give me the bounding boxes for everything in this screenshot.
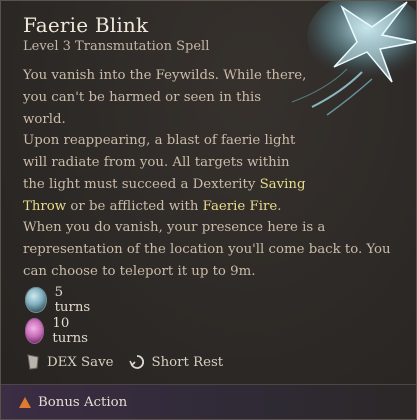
effect-duration: 5 turns xyxy=(54,285,91,315)
faerie-fire-icon xyxy=(25,318,45,344)
shield-icon xyxy=(27,354,39,370)
effect-faerie-fire[interactable]: 10 turns xyxy=(25,316,95,346)
description-text: or be afflicted with xyxy=(66,199,203,214)
action-cost-bar: Bonus Action xyxy=(1,384,416,419)
bonus-action-label: Bonus Action xyxy=(38,394,128,410)
description-paragraph-2: Upon reappearing, a blast of faerie ligh… xyxy=(23,130,313,218)
description-text: . xyxy=(277,199,282,214)
spell-tooltip: Faerie Blink Level 3 Transmutation Spell… xyxy=(0,0,417,420)
spell-meta: DEX Save Short Rest xyxy=(25,353,239,371)
description-paragraph-3: When you do vanish, your presence here i… xyxy=(23,220,391,279)
triangle-icon xyxy=(19,396,31,408)
effect-duration: 10 turns xyxy=(52,316,89,346)
short-rest-icon xyxy=(129,355,145,369)
description-text: Upon reappearing, a blast of faerie ligh… xyxy=(23,133,296,192)
effect-faerie-blink[interactable]: 5 turns xyxy=(25,285,95,315)
description-paragraph-1: You vanish into the Feywilds. While ther… xyxy=(23,68,307,127)
faerie-fire-link[interactable]: Faerie Fire xyxy=(203,199,278,214)
dex-save: DEX Save xyxy=(25,353,113,371)
faerie-blink-icon xyxy=(25,287,47,313)
dex-save-label: DEX Save xyxy=(47,354,114,370)
short-rest-label: Short Rest xyxy=(151,354,224,370)
spell-subtitle: Level 3 Transmutation Spell xyxy=(23,39,210,54)
spell-title: Faerie Blink xyxy=(23,13,149,37)
short-rest: Short Rest xyxy=(129,354,223,370)
